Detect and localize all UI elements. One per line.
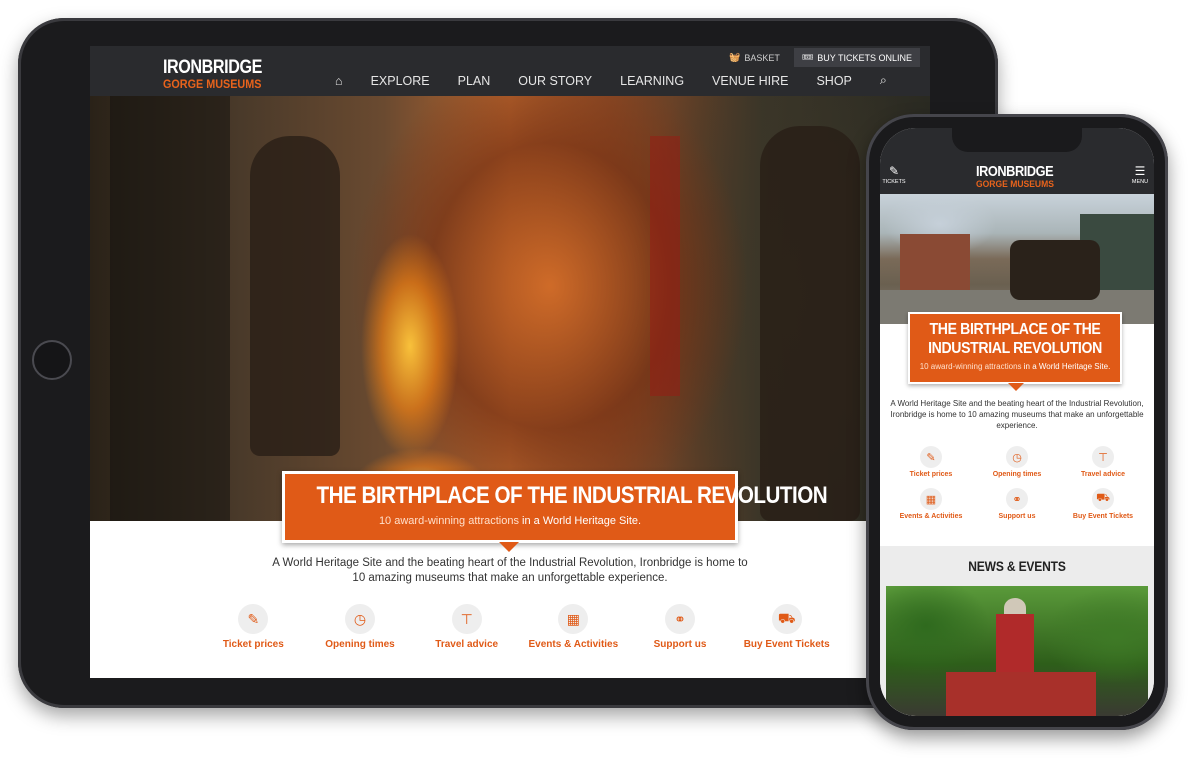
nav-explore[interactable]: EXPLORE (357, 74, 444, 88)
menu-label: MENU (1131, 179, 1149, 185)
quicklink-label: Opening times (325, 639, 395, 650)
mobile-quick-links: ✎ Ticket prices ◷ Opening times ⊤ Travel… (888, 446, 1146, 520)
handshake-icon: ⚭ (1006, 488, 1028, 510)
hero-extinguisher (650, 136, 680, 396)
search-icon[interactable]: ⌕ (866, 73, 901, 88)
news-image-clock-tower[interactable] (886, 586, 1148, 716)
home-icon[interactable]: ⌂ (335, 74, 357, 88)
hero-building (900, 234, 970, 294)
mobile-hero-subtitle: 10 award-winning attractions in a World … (910, 362, 1120, 371)
hero-subtitle-highlight: in a World Heritage Site. (518, 515, 642, 527)
tablet-screen: IRONBRIDGE GORGE MUSEUMS 🧺 BASKET 🎟 BUY … (90, 46, 930, 678)
hero-horse-carriage (1010, 240, 1100, 300)
hero-subtitle: 10 award-winning attractions in a World … (285, 515, 735, 527)
quicklink-ticket-prices[interactable]: ✎ Ticket prices (888, 446, 974, 478)
mobile-menu-button[interactable]: ☰ MENU (1128, 164, 1152, 185)
handshake-icon: ⚭ (665, 604, 696, 634)
mobile-hero-title: THE BIRTHPLACE OF THE INDUSTRIAL REVOLUT… (928, 321, 1102, 357)
logo-line-2: GORGE MUSEUMS (976, 179, 1054, 190)
mobile-tickets-button[interactable]: ✎ TICKETS (882, 164, 906, 185)
hero-worker-right (760, 126, 860, 521)
signpost-icon: ⊤ (1092, 446, 1114, 468)
hero-worker-left (250, 136, 340, 456)
tablet-home-button[interactable] (32, 340, 72, 380)
quicklink-label: Travel advice (435, 639, 499, 650)
quicklink-label: Travel advice (1081, 471, 1125, 478)
buy-tickets-label: BUY TICKETS ONLINE (817, 52, 912, 63)
ticket-icon: ✎ (920, 446, 942, 468)
clock-tower (996, 614, 1034, 674)
calendar-icon: ▦ (558, 604, 589, 634)
quicklink-label: Support us (653, 639, 707, 650)
hero-banner: THE BIRTHPLACE OF THE INDUSTRIAL REVOLUT… (282, 471, 828, 552)
calendar-icon: ▦ (920, 488, 942, 510)
buy-tickets-button[interactable]: 🎟 BUY TICKETS ONLINE (793, 48, 920, 67)
nav-venue-hire[interactable]: VENUE HIRE (698, 74, 802, 88)
ticket-icon: ✎ (888, 164, 900, 178)
tickets-label: TICKETS (882, 179, 906, 185)
phone-screen: ✎ TICKETS IRONBRIDGE GORGE MUSEUMS ☰ MEN… (880, 128, 1154, 716)
quicklink-travel-advice[interactable]: ⊤ Travel advice (413, 604, 520, 650)
basket-icon: 🧺 (729, 52, 741, 62)
hero-title: THE BIRTHPLACE OF THE INDUSTRIAL REVOLUT… (316, 482, 828, 509)
cart-icon: ⛟ (771, 604, 802, 634)
nav-learning[interactable]: LEARNING (606, 74, 698, 88)
quicklink-support-us[interactable]: ⚭ Support us (627, 604, 734, 650)
hero-subtitle-text: 10 award-winning attractions (919, 362, 1022, 371)
quicklink-label: Buy Event Tickets (1072, 513, 1134, 520)
ticket-icon: 🎟 (801, 52, 814, 62)
mobile-intro-text: A World Heritage Site and the beating he… (890, 399, 1144, 430)
utility-bar: 🧺 BASKET 🎟 BUY TICKETS ONLINE (721, 48, 920, 67)
phone-device: ✎ TICKETS IRONBRIDGE GORGE MUSEUMS ☰ MEN… (866, 114, 1168, 730)
quicklink-buy-event-tickets[interactable]: ⛟ Buy Event Tickets (1060, 488, 1146, 520)
device-mockup-stage: IRONBRIDGE GORGE MUSEUMS 🧺 BASKET 🎟 BUY … (0, 0, 1200, 771)
cart-icon: ⛟ (1092, 488, 1114, 510)
quicklink-buy-event-tickets[interactable]: ⛟ Buy Event Tickets (733, 604, 840, 650)
site-header: IRONBRIDGE GORGE MUSEUMS 🧺 BASKET 🎟 BUY … (90, 46, 930, 96)
quicklink-label: Ticket prices (222, 639, 284, 650)
nav-shop[interactable]: SHOP (802, 74, 865, 88)
quicklink-ticket-prices[interactable]: ✎ Ticket prices (200, 604, 307, 650)
mobile-hero-image-street (880, 194, 1154, 324)
logo-line-2: GORGE MUSEUMS (163, 77, 262, 91)
hamburger-icon: ☰ (1134, 164, 1146, 178)
hero-door-shadow (110, 96, 230, 521)
quicklink-label: Events & Activities (528, 639, 619, 650)
hero-image-foundry (90, 96, 930, 521)
nav-our-story[interactable]: OUR STORY (504, 74, 606, 88)
quicklink-label: Buy Event Tickets (743, 639, 830, 650)
quicklink-travel-advice[interactable]: ⊤ Travel advice (1060, 446, 1146, 478)
basket-label: BASKET (744, 52, 780, 63)
news-events-title: NEWS & EVENTS (968, 558, 1066, 574)
ticket-icon: ✎ (238, 604, 269, 634)
news-events-section: NEWS & EVENTS (880, 546, 1154, 716)
hero-subtitle-text: 10 award-winning attractions (378, 515, 519, 527)
quicklink-label: Ticket prices (909, 471, 953, 478)
site-logo[interactable]: IRONBRIDGE GORGE MUSEUMS (163, 58, 279, 90)
quicklink-label: Support us (998, 513, 1036, 520)
intro-text: A World Heritage Site and the beating he… (272, 557, 748, 584)
quicklink-opening-times[interactable]: ◷ Opening times (307, 604, 414, 650)
basket-link[interactable]: 🧺 BASKET (721, 48, 788, 67)
clock-icon: ◷ (1006, 446, 1028, 468)
quicklink-opening-times[interactable]: ◷ Opening times (974, 446, 1060, 478)
quicklink-support-us[interactable]: ⚭ Support us (974, 488, 1060, 520)
quicklink-label: Events & Activities (899, 513, 963, 520)
building-roof (946, 672, 1096, 716)
mobile-hero-banner: THE BIRTHPLACE OF THE INDUSTRIAL REVOLUT… (908, 312, 1122, 391)
signpost-icon: ⊤ (451, 604, 482, 634)
main-nav: ⌂ EXPLORE PLAN OUR STORY LEARNING VENUE … (335, 73, 901, 88)
nav-plan[interactable]: PLAN (444, 74, 505, 88)
logo-line-1: IRONBRIDGE (976, 163, 1054, 180)
quick-links: ✎ Ticket prices ◷ Opening times ⊤ Travel… (200, 604, 840, 650)
quicklink-events-activities[interactable]: ▦ Events & Activities (520, 604, 627, 650)
hero-subtitle-highlight: in a World Heritage Site. (1021, 362, 1111, 371)
logo-line-1: IRONBRIDGE (163, 57, 262, 78)
quicklink-label: Opening times (992, 471, 1042, 478)
quicklink-events-activities[interactable]: ▦ Events & Activities (888, 488, 974, 520)
tablet-device: IRONBRIDGE GORGE MUSEUMS 🧺 BASKET 🎟 BUY … (18, 18, 998, 708)
clock-icon: ◷ (345, 604, 375, 634)
mobile-logo[interactable]: IRONBRIDGE GORGE MUSEUMS (976, 164, 1067, 190)
phone-notch (952, 128, 1082, 152)
